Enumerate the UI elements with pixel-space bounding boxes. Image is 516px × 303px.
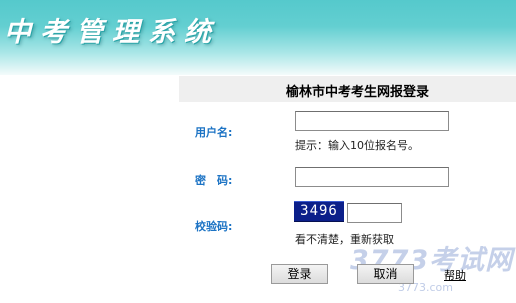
username-hint: 提示：输入10位报名号。 [295, 139, 419, 152]
help-link[interactable]: 帮助 [444, 267, 466, 283]
password-label: 密 码: [195, 174, 233, 187]
form-title: 榆林市中考考生网报登录 [286, 85, 430, 100]
username-label: 用户名: [195, 126, 233, 139]
system-title: 中考管理系统 [4, 17, 220, 48]
header-banner: 中考管理系统 [0, 0, 516, 75]
cancel-button[interactable]: 取消 [357, 264, 414, 284]
username-input[interactable] [295, 111, 449, 131]
password-input[interactable] [295, 167, 449, 187]
captcha-image[interactable]: 3496 [294, 201, 344, 222]
login-button[interactable]: 登录 [271, 264, 328, 284]
captcha-label: 校验码: [195, 220, 233, 233]
captcha-input[interactable] [347, 203, 402, 223]
